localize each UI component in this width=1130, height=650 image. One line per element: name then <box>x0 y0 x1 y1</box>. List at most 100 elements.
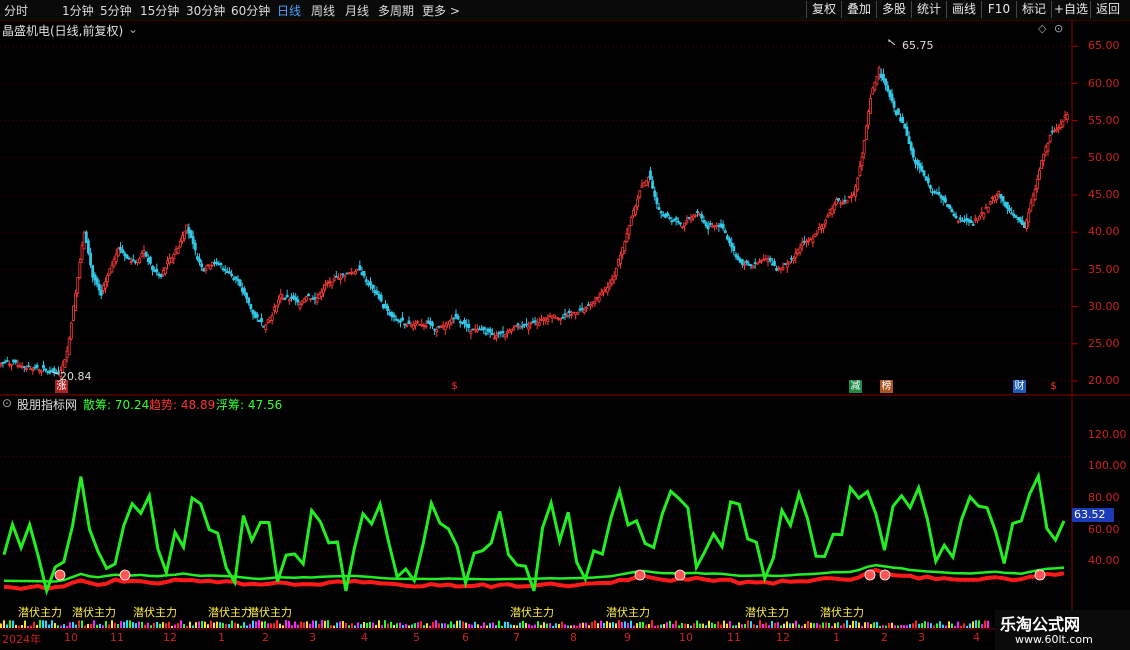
candle-body <box>824 219 828 224</box>
volume-strip-bar <box>612 622 614 628</box>
candle-body <box>401 317 404 321</box>
candle-body <box>443 325 447 331</box>
candle-body <box>187 227 191 234</box>
candle-body <box>787 261 791 265</box>
volume-strip-bar <box>189 621 191 628</box>
high-marker <box>888 38 896 46</box>
volume-strip-bar <box>138 621 140 628</box>
candle-body <box>802 240 806 243</box>
volume-strip-bar <box>954 625 956 628</box>
volume-strip-bar <box>420 621 422 628</box>
candle-body <box>946 204 949 208</box>
f10-button[interactable]: F10 <box>981 1 1016 18</box>
candle-body <box>1027 212 1031 223</box>
period-tab-more[interactable]: 更多 > <box>422 2 460 19</box>
title-dropdown-icon[interactable]: ⌄ <box>128 22 138 36</box>
volume-strip-bar <box>222 622 224 628</box>
high-price-label: 65.75 <box>902 39 934 52</box>
period-tab-15min[interactable]: 15分钟 <box>140 2 179 19</box>
event-badge-dollar-2[interactable]: $ <box>1047 380 1060 393</box>
stats-button[interactable]: 统计 <box>911 1 946 18</box>
kline-chart[interactable] <box>0 20 1130 650</box>
event-badge-zhang[interactable]: 涨 <box>55 380 68 393</box>
candle-body <box>44 368 48 371</box>
period-tab-weekly[interactable]: 周线 <box>311 2 335 19</box>
candle-body <box>961 220 964 222</box>
mark-button[interactable]: 标记 <box>1016 1 1051 18</box>
indicator-dropdown-icon[interactable]: ⊙ <box>2 396 12 410</box>
back-button[interactable]: 返回 <box>1090 1 1125 18</box>
period-tab-multi[interactable]: 多周期 <box>378 2 414 19</box>
candle-body <box>63 358 67 368</box>
volume-strip-bar <box>957 621 959 628</box>
multi-stock-button[interactable]: 多股 <box>876 1 911 18</box>
event-badge-cai[interactable]: 财 <box>1013 380 1026 393</box>
candle-body <box>993 196 996 201</box>
signal-dot <box>119 569 131 581</box>
period-tab-1min[interactable]: 1分钟 <box>62 2 94 19</box>
fuquan-button[interactable]: 复权 <box>806 1 841 18</box>
settings-dropdown-icon[interactable]: ⊙ <box>1054 22 1063 35</box>
candle-body <box>422 325 426 327</box>
candle-body <box>758 261 761 264</box>
event-badge-jian[interactable]: 减 <box>849 380 862 393</box>
candle-body <box>550 315 554 319</box>
volume-strip-bar <box>261 621 263 628</box>
candle-body <box>326 282 330 284</box>
volume-strip-bar <box>285 620 287 628</box>
candle-body <box>253 311 257 318</box>
volume-strip-bar <box>567 625 569 628</box>
volume-strip-bar <box>558 623 560 628</box>
volume-strip-bar <box>483 622 485 628</box>
volume-strip-bar <box>732 625 734 628</box>
volume-strip-bar <box>852 620 854 628</box>
volume-strip-bar <box>42 620 44 628</box>
candle-body <box>200 263 204 268</box>
draw-line-button[interactable]: 画线 <box>946 1 981 18</box>
candle-body <box>163 267 167 274</box>
date-tick: 9 <box>624 631 631 644</box>
candle-body <box>369 281 372 286</box>
candle-body <box>424 325 428 328</box>
event-badge-bang[interactable]: 榜 <box>880 380 893 393</box>
candle-body <box>204 267 208 271</box>
period-tab-60min[interactable]: 60分钟 <box>231 2 270 19</box>
candle-body <box>433 328 437 331</box>
candle-body <box>287 299 291 302</box>
overlay-button[interactable]: 叠加 <box>841 1 876 18</box>
add-watchlist-button[interactable]: +自选 <box>1051 1 1090 18</box>
candle-body <box>982 212 986 218</box>
candle-body <box>565 315 569 317</box>
volume-strip-bar <box>702 623 704 628</box>
period-tab-monthly[interactable]: 月线 <box>345 2 369 19</box>
candle-body <box>1001 196 1005 202</box>
period-tab-5min[interactable]: 5分钟 <box>100 2 132 19</box>
candle-body <box>689 217 693 221</box>
period-tab-30min[interactable]: 30分钟 <box>186 2 225 19</box>
candle-body <box>854 186 858 197</box>
candle-body <box>99 289 103 296</box>
period-tab-daily[interactable]: 日线 <box>277 2 301 19</box>
candle-body <box>903 123 907 129</box>
volume-strip-bar <box>135 623 137 628</box>
candle-body <box>418 323 422 326</box>
candle-body <box>240 287 244 292</box>
period-tab-timeshare[interactable]: 分时 <box>4 2 28 19</box>
volume-strip-bar <box>978 620 980 628</box>
candle-body <box>131 259 135 262</box>
volume-strip-bar <box>180 620 182 628</box>
candle-body <box>764 258 768 261</box>
event-badge-dollar[interactable]: $ <box>448 380 461 393</box>
diamond-icon[interactable]: ◇ <box>1038 22 1046 35</box>
candle-body <box>559 318 563 321</box>
volume-strip-bar <box>165 623 167 628</box>
volume-strip-bar <box>183 624 185 628</box>
candle-body <box>319 291 323 297</box>
candle-body <box>766 259 770 263</box>
candle-body <box>16 364 20 367</box>
candle-body <box>1031 195 1035 207</box>
candle-body <box>792 258 796 262</box>
volume-strip-bar <box>894 625 896 628</box>
candle-body <box>166 260 169 265</box>
candle-body <box>1055 129 1058 132</box>
